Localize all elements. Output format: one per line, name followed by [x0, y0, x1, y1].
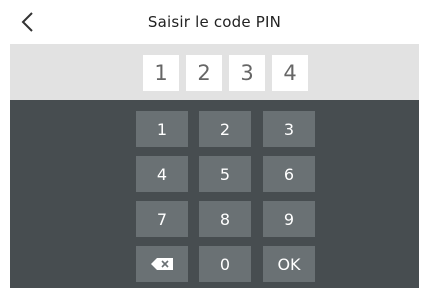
ok-button[interactable]: OK: [263, 246, 315, 282]
key-1[interactable]: 1: [136, 111, 188, 147]
pin-digit-3: 3: [229, 55, 265, 91]
backspace-icon: [151, 258, 173, 270]
pin-entry-screen: Saisir le code PIN 1 2 3 4 1 2 3 4 5 6 7…: [10, 0, 419, 290]
header-bar: Saisir le code PIN: [10, 0, 419, 44]
key-6[interactable]: 6: [263, 156, 315, 192]
keypad: 1 2 3 4 5 6 7 8 9 0 OK: [10, 100, 419, 288]
back-button[interactable]: [14, 8, 42, 36]
key-2[interactable]: 2: [199, 111, 251, 147]
key-0[interactable]: 0: [199, 246, 251, 282]
pin-display: 1 2 3 4: [10, 44, 419, 100]
page-title: Saisir le code PIN: [147, 13, 282, 31]
backspace-button[interactable]: [136, 246, 188, 282]
key-7[interactable]: 7: [136, 201, 188, 237]
pin-digit-2: 2: [186, 55, 222, 91]
key-4[interactable]: 4: [136, 156, 188, 192]
key-9[interactable]: 9: [263, 201, 315, 237]
pin-digit-4: 4: [272, 55, 308, 91]
key-3[interactable]: 3: [263, 111, 315, 147]
chevron-left-icon: [21, 12, 33, 32]
key-5[interactable]: 5: [199, 156, 251, 192]
pin-digit-1: 1: [143, 55, 179, 91]
key-8[interactable]: 8: [199, 201, 251, 237]
